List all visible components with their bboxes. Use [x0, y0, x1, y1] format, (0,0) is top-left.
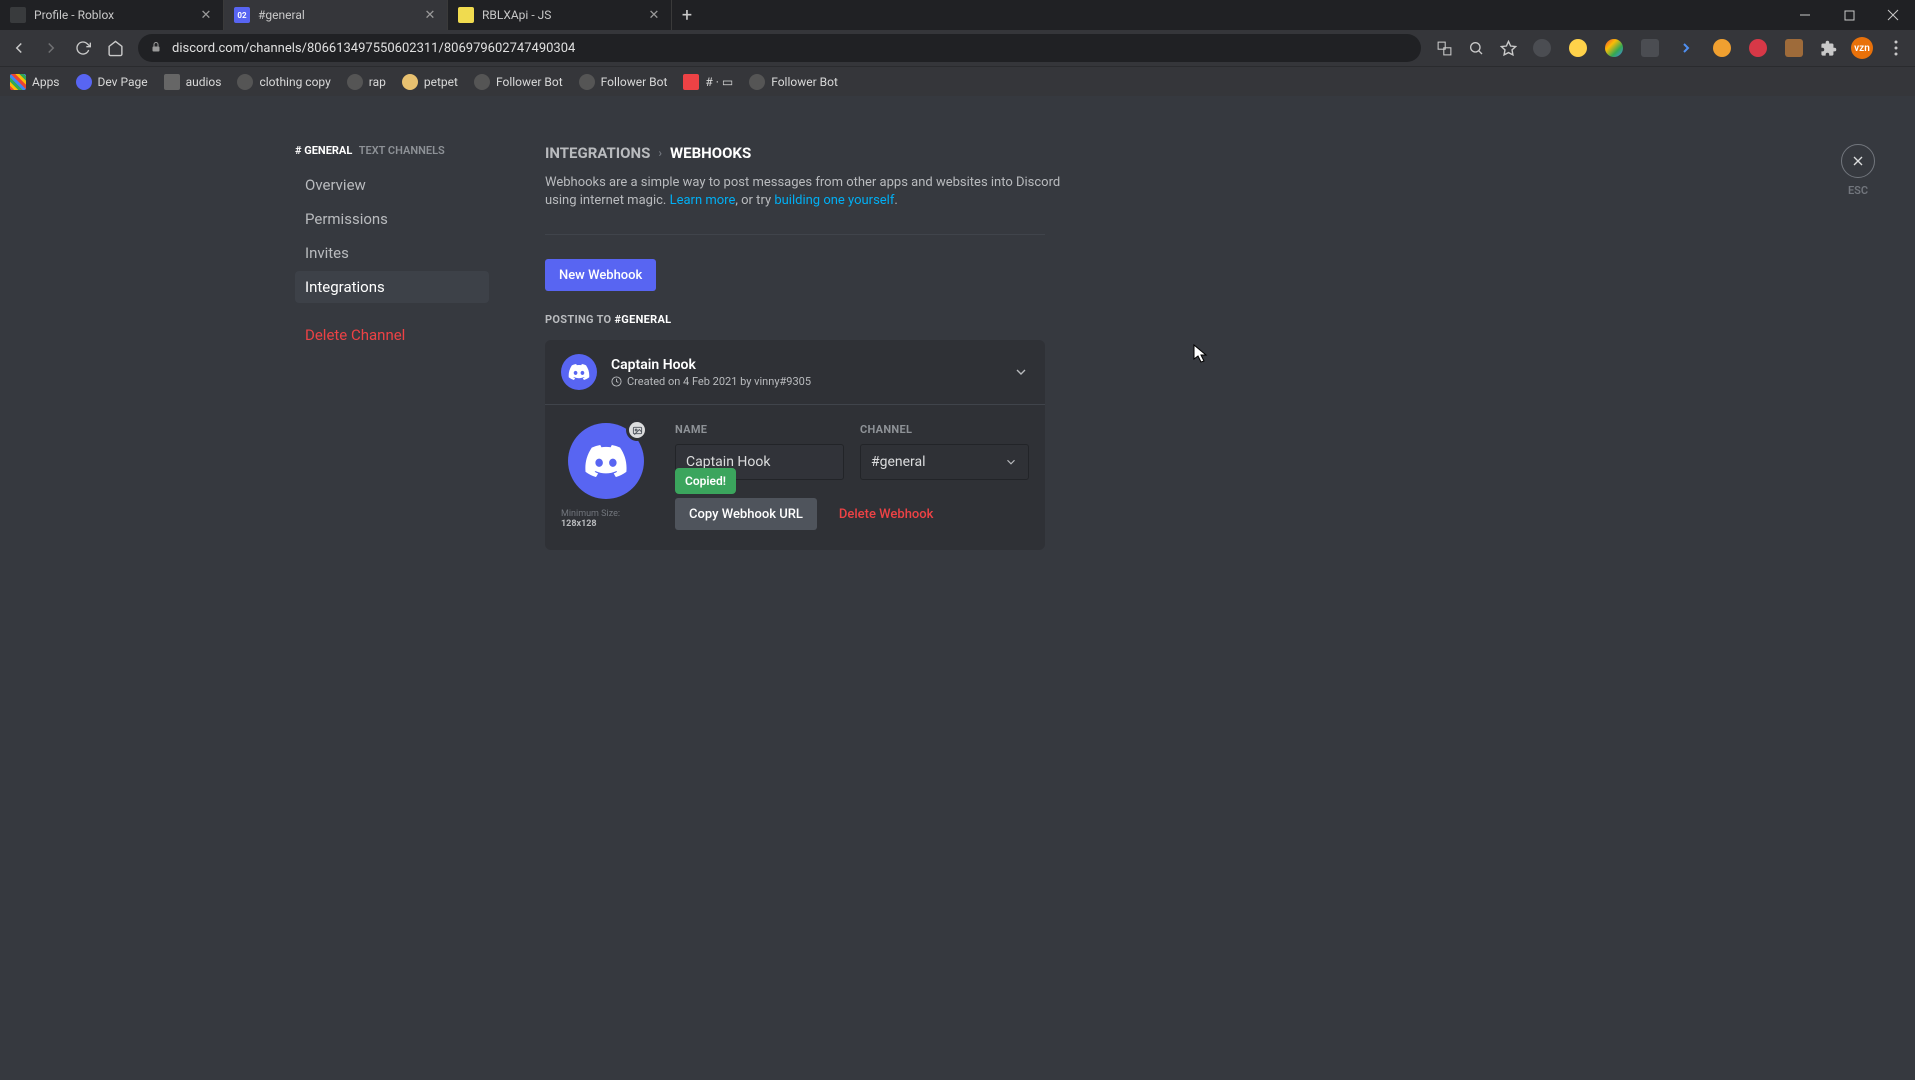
close-settings-button[interactable]	[1841, 144, 1875, 178]
webhook-card: Captain Hook Created on 4 Feb 2021 by vi…	[545, 340, 1045, 550]
zoom-icon[interactable]	[1467, 39, 1485, 57]
apps-bookmark[interactable]: Apps	[10, 74, 60, 90]
bookmark-star-icon[interactable]	[1499, 39, 1517, 57]
bookmark-favicon-icon	[683, 74, 699, 90]
browser-tab[interactable]: Profile - Roblox ✕	[0, 0, 224, 30]
nav-reload-button[interactable]	[74, 39, 92, 57]
extension-icon[interactable]	[1711, 37, 1733, 59]
globe-icon	[237, 74, 253, 90]
profile-avatar[interactable]: vzn	[1851, 37, 1873, 59]
globe-icon	[474, 74, 490, 90]
new-tab-button[interactable]: +	[672, 0, 702, 30]
js-favicon-icon	[458, 7, 474, 23]
tab-title: Profile - Roblox	[34, 8, 114, 22]
new-webhook-button[interactable]: New Webhook	[545, 259, 656, 291]
extension-icon[interactable]	[1675, 37, 1697, 59]
delete-webhook-button[interactable]: Delete Webhook	[839, 507, 934, 522]
close-tab-icon[interactable]: ✕	[199, 8, 213, 22]
bookmark-favicon-icon	[76, 74, 92, 90]
avatar-min-size-text: Minimum Size: 128x128	[561, 509, 651, 529]
globe-icon	[579, 74, 595, 90]
divider	[545, 234, 1045, 235]
extensions-puzzle-icon[interactable]	[1819, 39, 1837, 57]
webhook-created-text: Created on 4 Feb 2021 by vinny#9305	[611, 375, 811, 388]
bookmark-item[interactable]: # · ▭	[683, 74, 733, 90]
webhook-name-heading: Captain Hook	[611, 357, 811, 373]
section-description: Webhooks are a simple way to post messag…	[545, 174, 1065, 210]
bookmark-item[interactable]: petpet	[402, 74, 458, 90]
posting-to-label: POSTING TO #GENERAL	[545, 313, 1875, 326]
nav-back-button[interactable]	[10, 39, 28, 57]
bookmark-item[interactable]: clothing copy	[237, 74, 330, 90]
bookmarks-bar: Apps Dev Page audios clothing copy rap p…	[0, 66, 1915, 96]
lock-icon	[150, 41, 164, 55]
tab-title: RBLXApi - JS	[482, 8, 551, 22]
browser-tab[interactable]: 02 #general ✕	[224, 0, 448, 30]
nav-home-button[interactable]	[106, 39, 124, 57]
upload-image-icon[interactable]	[626, 419, 648, 441]
settings-sidebar: # GENERAL TEXT CHANNELS Overview Permiss…	[0, 96, 505, 1080]
extension-icon[interactable]	[1531, 37, 1553, 59]
sidebar-item-permissions[interactable]: Permissions	[295, 203, 489, 235]
copied-tooltip: Copied!	[675, 468, 736, 494]
bookmark-item[interactable]: Follower Bot	[579, 74, 668, 90]
copy-webhook-url-button[interactable]: Copy Webhook URL	[675, 498, 817, 530]
window-minimize-button[interactable]	[1783, 0, 1827, 30]
sidebar-header: # GENERAL TEXT CHANNELS	[295, 144, 489, 157]
name-field-label: NAME	[675, 423, 844, 436]
window-close-button[interactable]	[1871, 0, 1915, 30]
settings-content: INTEGRATIONS › WEBHOOKS Webhooks are a s…	[505, 96, 1915, 1080]
globe-icon	[347, 74, 363, 90]
chevron-down-icon[interactable]	[1013, 364, 1029, 380]
webhook-avatar-icon	[561, 354, 597, 390]
discord-favicon-icon: 02	[234, 7, 250, 23]
extension-icon[interactable]	[1639, 37, 1661, 59]
apps-icon	[10, 74, 26, 90]
breadcrumb-parent[interactable]: INTEGRATIONS	[545, 144, 650, 162]
close-tab-icon[interactable]: ✕	[423, 8, 437, 22]
extension-icon[interactable]	[1603, 37, 1625, 59]
bookmark-item[interactable]: Dev Page	[76, 74, 148, 90]
chevron-down-icon	[1004, 455, 1018, 469]
browser-menu-icon[interactable]	[1887, 39, 1905, 57]
nav-forward-button[interactable]	[42, 39, 60, 57]
url-text: discord.com/channels/806613497550602311/…	[172, 41, 575, 56]
close-tab-icon[interactable]: ✕	[647, 8, 661, 22]
bookmark-item[interactable]: audios	[164, 74, 222, 90]
extension-icon[interactable]	[1783, 37, 1805, 59]
clock-icon	[611, 376, 622, 387]
extension-icon[interactable]	[1747, 37, 1769, 59]
bookmark-item[interactable]: Follower Bot	[749, 74, 838, 90]
close-icon	[1850, 153, 1866, 169]
roblox-favicon-icon	[10, 7, 26, 23]
address-bar[interactable]: discord.com/channels/806613497550602311/…	[138, 34, 1421, 62]
translate-icon[interactable]	[1435, 39, 1453, 57]
breadcrumb-current: WEBHOOKS	[670, 144, 751, 162]
bookmark-favicon-icon	[402, 74, 418, 90]
bookmark-item[interactable]: rap	[347, 74, 386, 90]
globe-icon	[749, 74, 765, 90]
mouse-cursor-icon	[1193, 344, 1209, 364]
sidebar-item-delete-channel[interactable]: Delete Channel	[295, 319, 489, 351]
build-yourself-link[interactable]: building one yourself	[774, 193, 894, 208]
browser-tabs: Profile - Roblox ✕ 02 #general ✕ RBLXApi…	[0, 0, 702, 30]
browser-tab[interactable]: RBLXApi - JS ✕	[448, 0, 672, 30]
learn-more-link[interactable]: Learn more	[670, 193, 736, 208]
tab-title: #general	[258, 8, 305, 22]
bookmark-favicon-icon	[164, 74, 180, 90]
webhook-avatar-upload[interactable]	[568, 423, 644, 499]
sidebar-item-integrations[interactable]: Integrations	[295, 271, 489, 303]
bookmark-item[interactable]: Follower Bot	[474, 74, 563, 90]
channel-field-label: CHANNEL	[860, 423, 1029, 436]
breadcrumb: INTEGRATIONS › WEBHOOKS	[545, 144, 1875, 162]
window-maximize-button[interactable]	[1827, 0, 1871, 30]
channel-select[interactable]: #general	[860, 444, 1029, 480]
webhook-card-header[interactable]: Captain Hook Created on 4 Feb 2021 by vi…	[545, 340, 1045, 404]
esc-label: ESC	[1848, 184, 1868, 197]
extension-icon[interactable]	[1567, 37, 1589, 59]
sidebar-item-invites[interactable]: Invites	[295, 237, 489, 269]
sidebar-item-overview[interactable]: Overview	[295, 169, 489, 201]
chevron-right-icon: ›	[658, 146, 662, 160]
